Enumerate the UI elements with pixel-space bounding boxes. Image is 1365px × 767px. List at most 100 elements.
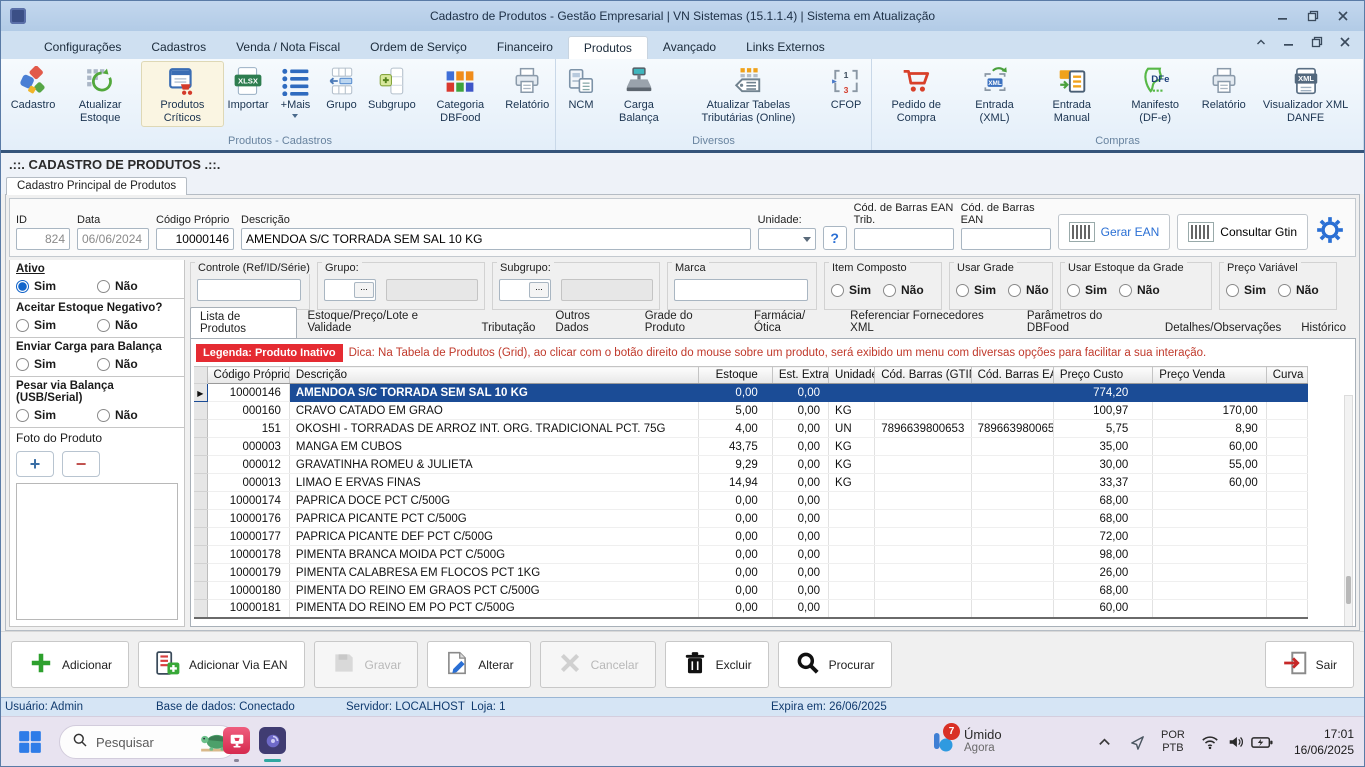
table-row[interactable]: 000003MANGA EM CUBOS43,750,00KG35,0060,0… [194, 438, 1308, 456]
radio-option[interactable]: Não [1278, 283, 1319, 297]
column-header[interactable]: Unidade [829, 367, 875, 384]
table-row[interactable]: 151OKOSHI - TORRADAS DE ARROZ INT. ORG. … [194, 420, 1308, 438]
table-row[interactable]: 000013LIMAO E ERVAS FINAS14,940,00KG33,3… [194, 474, 1308, 492]
taskbar-search-input[interactable]: Pesquisar [59, 725, 237, 759]
column-header[interactable]: Est. Extra [772, 367, 828, 384]
gerar-ean-button[interactable]: Gerar EAN [1058, 214, 1171, 250]
product-tab[interactable]: Histórico [1291, 318, 1356, 338]
minimize-icon[interactable] [1282, 35, 1296, 49]
minimize-icon[interactable] [1276, 9, 1290, 23]
radio-option[interactable]: Não [97, 357, 178, 371]
table-row[interactable]: 10000179PIMENTA CALABRESA EM FLOCOS PCT … [194, 564, 1308, 582]
close-icon[interactable] [1338, 35, 1352, 49]
ribbon-button[interactable]: XMLVisualizador XML DANFE [1250, 61, 1361, 127]
ribbon-button[interactable]: Atualizar Estoque [59, 61, 141, 127]
ribbon-button[interactable]: Produtos Críticos [141, 61, 223, 127]
unidade-select[interactable] [758, 228, 816, 250]
adicionar-button[interactable]: Adicionar [11, 641, 129, 688]
ribbon-button[interactable]: Cadastro [7, 61, 59, 115]
ribbon-collapse-icon[interactable] [1254, 35, 1268, 49]
restore-icon[interactable] [1306, 9, 1320, 23]
table-row[interactable]: 10000180PIMENTA DO REINO EM GRAOS PCT C/… [194, 582, 1308, 600]
settings-gear-icon[interactable] [1315, 215, 1345, 250]
adicionar-via-ean-button[interactable]: Adicionar Via EAN [138, 641, 305, 688]
table-row[interactable]: 10000146AMENDOA S/C TORRADA SEM SAL 10 K… [194, 384, 1308, 402]
ribbon-button[interactable]: Atualizar Tabelas Tributárias (Online) [674, 61, 823, 127]
ribbon-button[interactable]: +Mais [272, 61, 318, 121]
menu-tab[interactable]: Links Externos [731, 36, 840, 59]
help-button[interactable]: ? [823, 226, 847, 250]
tab-cadastro-principal[interactable]: Cadastro Principal de Produtos [6, 177, 187, 195]
ribbon-button[interactable]: Carga Balança [604, 61, 674, 127]
ribbon-button[interactable]: NCM [558, 61, 604, 115]
ribbon-button[interactable]: XLSXImportar [224, 61, 273, 115]
ribbon-button[interactable]: Pedido de Compra [874, 61, 958, 127]
column-header[interactable]: Descrição [289, 367, 698, 384]
ribbon-button[interactable]: Grupo [318, 61, 364, 115]
table-row[interactable]: 10000181PIMENTA DO REINO EM PO PCT C/500… [194, 600, 1308, 618]
radio-option[interactable]: Sim [831, 283, 871, 297]
marca-field[interactable] [674, 279, 808, 301]
taskbar-weather-widget[interactable]: 7 Úmido Agora [931, 723, 1002, 757]
column-header[interactable]: Curva [1266, 367, 1307, 384]
vertical-scrollbar[interactable] [1344, 395, 1353, 627]
battery-icon[interactable] [1251, 717, 1273, 767]
ribbon-button[interactable]: Relatório [1197, 61, 1250, 115]
close-icon[interactable] [1336, 9, 1350, 23]
column-header[interactable]: Preço Venda [1153, 367, 1266, 384]
radio-option[interactable]: Sim [16, 318, 97, 332]
taskbar-app-pos-icon[interactable] [223, 727, 250, 754]
ribbon-button[interactable]: 13CFOP [823, 61, 869, 115]
column-header[interactable]: Estoque [698, 367, 772, 384]
grupo-browse-button[interactable]: ... [354, 282, 374, 298]
ean-field[interactable] [961, 228, 1051, 250]
column-header[interactable]: Cód. Barras (GTIN) [875, 367, 971, 384]
menu-tab[interactable]: Produtos [568, 36, 648, 59]
product-tab[interactable]: Outros Dados [545, 306, 634, 338]
column-header[interactable]: Cód. Barras EAN [971, 367, 1053, 384]
subgrupo-browse-button[interactable]: ... [529, 282, 549, 298]
radio-option[interactable]: Sim [16, 357, 97, 371]
start-button[interactable] [17, 729, 43, 760]
product-tab[interactable]: Detalhes/Observações [1155, 318, 1291, 338]
product-tab[interactable]: Grade do Produto [635, 306, 744, 338]
product-tab[interactable]: Farmácia/Ótica [744, 306, 840, 338]
radio-option[interactable]: Não [883, 283, 924, 297]
table-row[interactable]: 10000174PAPRICA DOCE PCT C/500G0,000,006… [194, 492, 1308, 510]
product-tab[interactable]: Lista de Produtos [190, 307, 297, 339]
menu-tab[interactable]: Venda / Nota Fiscal [221, 36, 355, 59]
radio-option[interactable]: Não [97, 408, 178, 422]
table-row[interactable]: 10000177PAPRICA PICANTE DEF PCT C/500G0,… [194, 528, 1308, 546]
table-row[interactable]: 000160CRAVO CATADO EM GRAO5,000,00KG100,… [194, 402, 1308, 420]
radio-option[interactable]: Sim [1226, 283, 1266, 297]
alterar-button[interactable]: Alterar [427, 641, 530, 688]
ribbon-button[interactable]: Subgrupo [364, 61, 419, 115]
descricao-field[interactable] [241, 228, 751, 250]
radio-option[interactable]: Não [97, 279, 178, 293]
tray-location-arrow-icon[interactable] [1129, 717, 1146, 767]
product-tab[interactable]: Parâmetros do DBFood [1017, 306, 1155, 338]
controle-field[interactable] [197, 279, 301, 301]
ribbon-button[interactable]: Entrada Manual [1031, 61, 1113, 127]
menu-tab[interactable]: Cadastros [136, 36, 221, 59]
restore-icon[interactable] [1310, 35, 1324, 49]
menu-tab[interactable]: Avançado [648, 36, 731, 59]
table-row[interactable]: 000012GRAVATINHA ROMEU & JULIETA9,290,00… [194, 456, 1308, 474]
volume-icon[interactable] [1227, 717, 1245, 767]
menu-tab[interactable]: Financeiro [482, 36, 568, 59]
radio-option[interactable]: Sim [956, 283, 996, 297]
procurar-button[interactable]: Procurar [778, 641, 892, 688]
ribbon-button[interactable]: Categoria DBFood [419, 61, 501, 127]
menu-tab[interactable]: Configurações [29, 36, 136, 59]
radio-option[interactable]: Sim [16, 279, 97, 293]
scrollbar-thumb[interactable] [1346, 576, 1351, 604]
taskbar-clock[interactable]: 17:01 16/06/2025 [1294, 726, 1354, 758]
ean-trib-field[interactable] [854, 228, 954, 250]
tray-chevron-up-icon[interactable] [1097, 717, 1112, 767]
radio-option[interactable]: Sim [1067, 283, 1107, 297]
remove-photo-button[interactable]: − [62, 451, 100, 477]
radio-option[interactable]: Não [1119, 283, 1160, 297]
codigo-proprio-field[interactable] [156, 228, 234, 250]
product-tab[interactable]: Tributação [472, 318, 546, 338]
ribbon-button[interactable]: DFeManifesto (DF-e) [1113, 61, 1197, 127]
